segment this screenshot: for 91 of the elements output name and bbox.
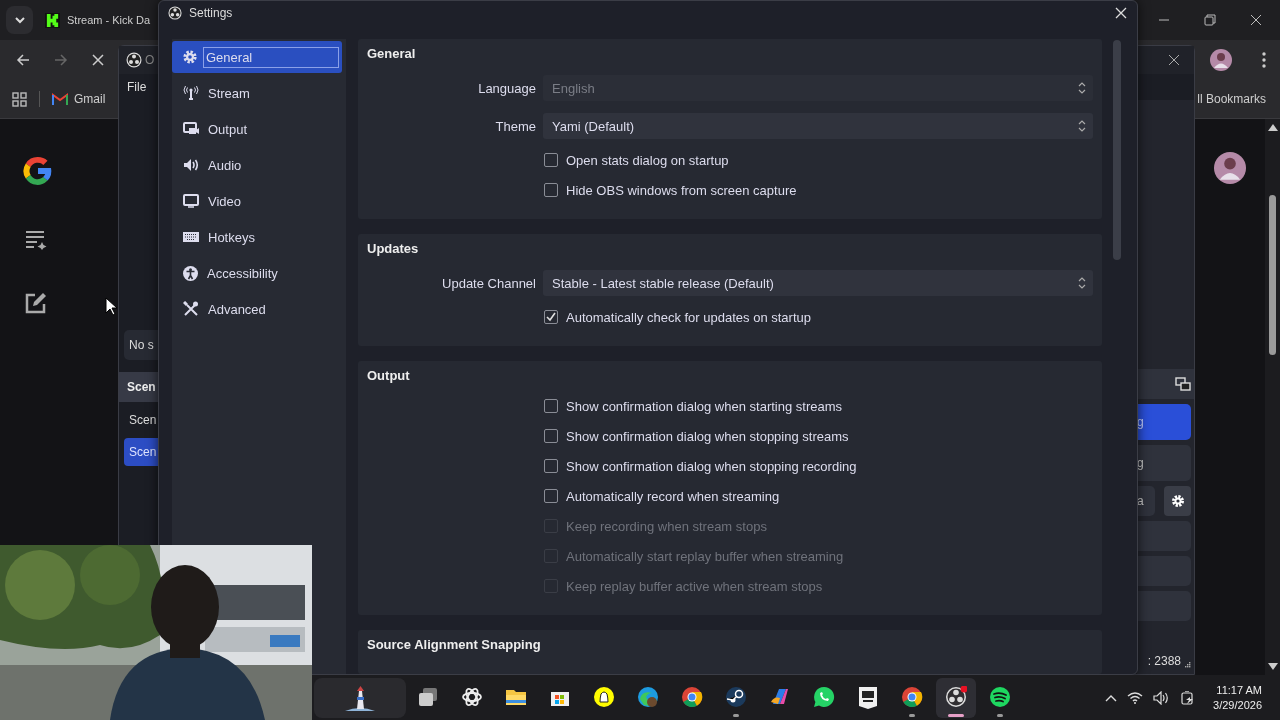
stop-icon[interactable] [92,54,104,66]
section-title: Output [366,367,411,385]
scroll-up-icon[interactable] [1267,123,1278,131]
menu-item[interactable]: File [127,80,147,94]
sidebar-item[interactable]: Hotkeys [172,221,342,253]
chevron-down-icon [13,16,26,24]
wifi-icon[interactable] [1127,691,1144,704]
field-label: Theme [494,118,537,134]
browser-icon [901,685,923,710]
clock[interactable]: 11:17 AM 3/29/2026 [1213,682,1262,713]
up-down-arrows-icon [1078,120,1086,132]
clock-time: 11:17 AM [1216,682,1262,698]
field-label: Language [477,80,537,96]
gear-icon [183,50,197,64]
dropdown[interactable]: Stable - Latest stable release (Default) [543,270,1093,296]
dropdown[interactable]: Yami (Default) [543,113,1093,139]
section-title: Source Alignment Snapping [366,636,542,654]
settings-button[interactable] [1164,486,1191,516]
bookmarks-folder[interactable]: ll Bookmarks [1197,92,1266,106]
clock-date: 3/29/2026 [1213,697,1262,713]
resize-grip-icon[interactable] [1185,662,1191,668]
field-label: Update Channel [441,275,537,291]
close-icon[interactable] [1250,14,1262,26]
speaker-icon [183,158,199,172]
status-text: : 2388 [1147,654,1181,668]
checkbox[interactable]: Automatically record when streaming [544,488,780,504]
weather-widget[interactable] [314,677,406,718]
checkbox[interactable]: Hide OBS windows from screen capture [544,182,797,198]
sidebar-item[interactable]: Stream [172,77,342,109]
swirl-icon [637,685,659,710]
scrollbar[interactable] [1113,40,1121,260]
close-icon[interactable] [1168,54,1180,66]
monitor-icon [183,194,199,208]
section-title: General [366,45,417,63]
forward-icon[interactable] [54,53,68,67]
tools-icon [183,301,199,317]
apps-grid-icon[interactable] [12,91,27,107]
up-down-arrows-icon [1078,277,1086,289]
control-button[interactable]: g [1137,404,1191,440]
sidebar-item[interactable]: General [172,41,342,73]
antenna-icon [183,86,199,100]
scene-item[interactable]: Scen [119,406,159,434]
panel-header: Scen [119,372,159,402]
mail-icon [52,93,68,105]
pointer-cursor-icon [105,297,118,316]
status-message: No s [124,330,159,360]
obs-logo-icon [126,52,142,68]
person-icon [183,265,198,281]
sidebar-item[interactable]: Output [172,113,342,145]
monitor-camera-icon [183,122,199,136]
checkbox[interactable]: Open stats dialog on startup [544,152,729,168]
ghost-icon [593,685,615,710]
checkbox[interactable]: Show confirmation dialog when stopping streams [544,428,849,444]
sidebar-item[interactable]: Accessibility [172,257,342,289]
up-down-arrows-icon [1078,82,1086,94]
sidebar-item[interactable]: Video [172,185,342,217]
window-title: Settings [189,6,233,20]
tab-list-button[interactable] [6,6,33,34]
section-title: Updates [366,240,420,258]
k-logo-icon [45,12,60,28]
window-title: O [145,53,155,67]
control-button[interactable]: g [1137,445,1191,481]
avatar-icon[interactable] [1214,152,1246,184]
list-sparkle-icon[interactable] [24,230,47,250]
back-icon[interactable] [16,53,30,67]
scroll-down-icon[interactable] [1267,663,1278,671]
speaker-icon[interactable] [1153,690,1170,705]
obs-icon [945,685,967,710]
scene-item[interactable]: Scen [124,438,159,466]
chevron-up-icon[interactable] [1105,693,1118,702]
gear-icon [1170,494,1185,508]
music-icon [989,685,1011,710]
tab-title[interactable]: Stream - Kick Da [67,14,151,26]
browser-icon [681,685,703,710]
edit-icon[interactable] [24,292,47,314]
checkmark-icon [545,311,557,323]
scrollbar[interactable] [1269,195,1276,355]
checkbox[interactable]: Show confirmation dialog when starting streams [544,398,843,414]
sidebar-item[interactable]: Advanced [172,293,342,325]
sidebar-item[interactable]: Audio [172,149,342,181]
chat-bubble-icon [813,685,835,710]
bookmark-link[interactable]: Gmail [52,92,106,106]
keyboard-icon [183,231,199,243]
avatar-icon[interactable] [1210,49,1232,71]
taskbar-button[interactable] [936,677,976,718]
menu-icon[interactable] [1262,52,1266,68]
undock-icon[interactable] [1175,377,1191,391]
maximize-icon[interactable] [1204,14,1216,26]
obs-logo-icon [168,6,182,20]
checkbox[interactable]: Show confirmation dialog when stopping recording [544,458,857,474]
checkbox[interactable]: Automatically check for updates on startup [544,309,811,325]
